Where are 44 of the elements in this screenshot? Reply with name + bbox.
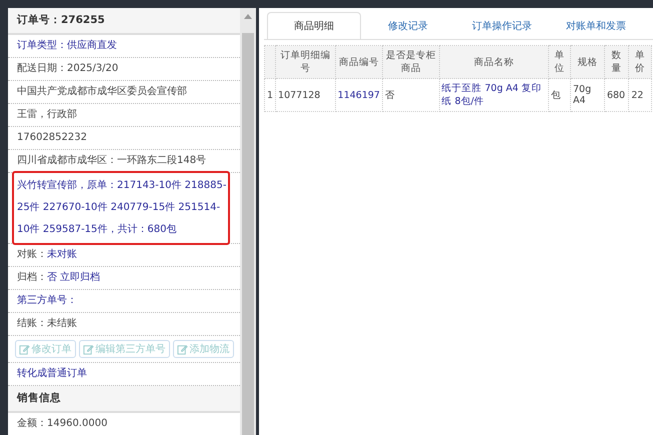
edit-icon	[176, 344, 188, 354]
column-header: 规格	[570, 46, 604, 78]
column-header: 单位	[548, 46, 570, 78]
field-label: 归档：	[17, 272, 47, 283]
column-header: 是否是专柜商品	[382, 46, 440, 78]
scroll-up-icon[interactable]	[244, 14, 252, 19]
order-note-text: 兴竹转宣传部，原单：217143-10件 218885-25件 227670-10件 240779-15件 251514-10件 259587-15件，共计：680包	[17, 180, 226, 235]
table-cell: 70g A4	[570, 78, 604, 112]
scrollbar[interactable]	[240, 8, 256, 435]
table-cell: 1077128	[276, 78, 336, 112]
tab[interactable]: 商品明细	[267, 12, 361, 39]
order-link[interactable]: 第三方单号：	[17, 295, 77, 306]
order-info-text: 17602852232	[17, 132, 87, 143]
field-label: 对账：	[17, 249, 47, 260]
order-info-text: 中国共产党成都市成华区委员会宣传部	[17, 86, 187, 97]
field-value[interactable]: 否 立即归档	[47, 272, 100, 283]
table-cell: 22	[628, 78, 652, 112]
order-number-title: 订单号：276255	[8, 8, 240, 35]
order-info-text: 四川省成都市成华区：一环路东二段148号	[17, 155, 206, 166]
table-cell: 否	[382, 78, 440, 112]
column-header	[264, 46, 276, 78]
table-cell: 1	[264, 78, 276, 112]
field-value[interactable]: 未对账	[47, 249, 77, 260]
order-link[interactable]: 订单类型：供应商直发	[17, 40, 117, 51]
table-cell[interactable]: 1146197	[335, 78, 382, 112]
column-header: 单价	[628, 46, 652, 78]
column-header: 商品编号	[335, 46, 382, 78]
table-cell[interactable]: 纸于至胜 70g A4 复印纸 8包/件	[439, 78, 549, 112]
column-header: 订单明细编号	[276, 46, 336, 78]
tab[interactable]: 对账单和发票	[549, 12, 643, 39]
order-info-text: 配送日期：2025/3/20	[17, 63, 118, 74]
table-cell: 包	[548, 78, 570, 112]
edit-icon	[82, 344, 94, 354]
sales-info-text: 金额：14960.0000	[17, 418, 108, 429]
section-title: 销售信息	[8, 386, 240, 413]
tab[interactable]: 修改记录	[361, 12, 455, 39]
table-cell: 680	[604, 78, 629, 112]
order-info-text: 王雷，行政部	[17, 109, 77, 120]
edit-icon	[18, 344, 30, 354]
order-info-text: 结账：未结账	[17, 318, 77, 329]
column-header: 商品名称	[439, 46, 549, 78]
column-header: 数量	[604, 46, 629, 78]
order-link[interactable]: 转化成普通订单	[17, 368, 87, 379]
tab[interactable]: 订单操作记录	[455, 12, 549, 39]
